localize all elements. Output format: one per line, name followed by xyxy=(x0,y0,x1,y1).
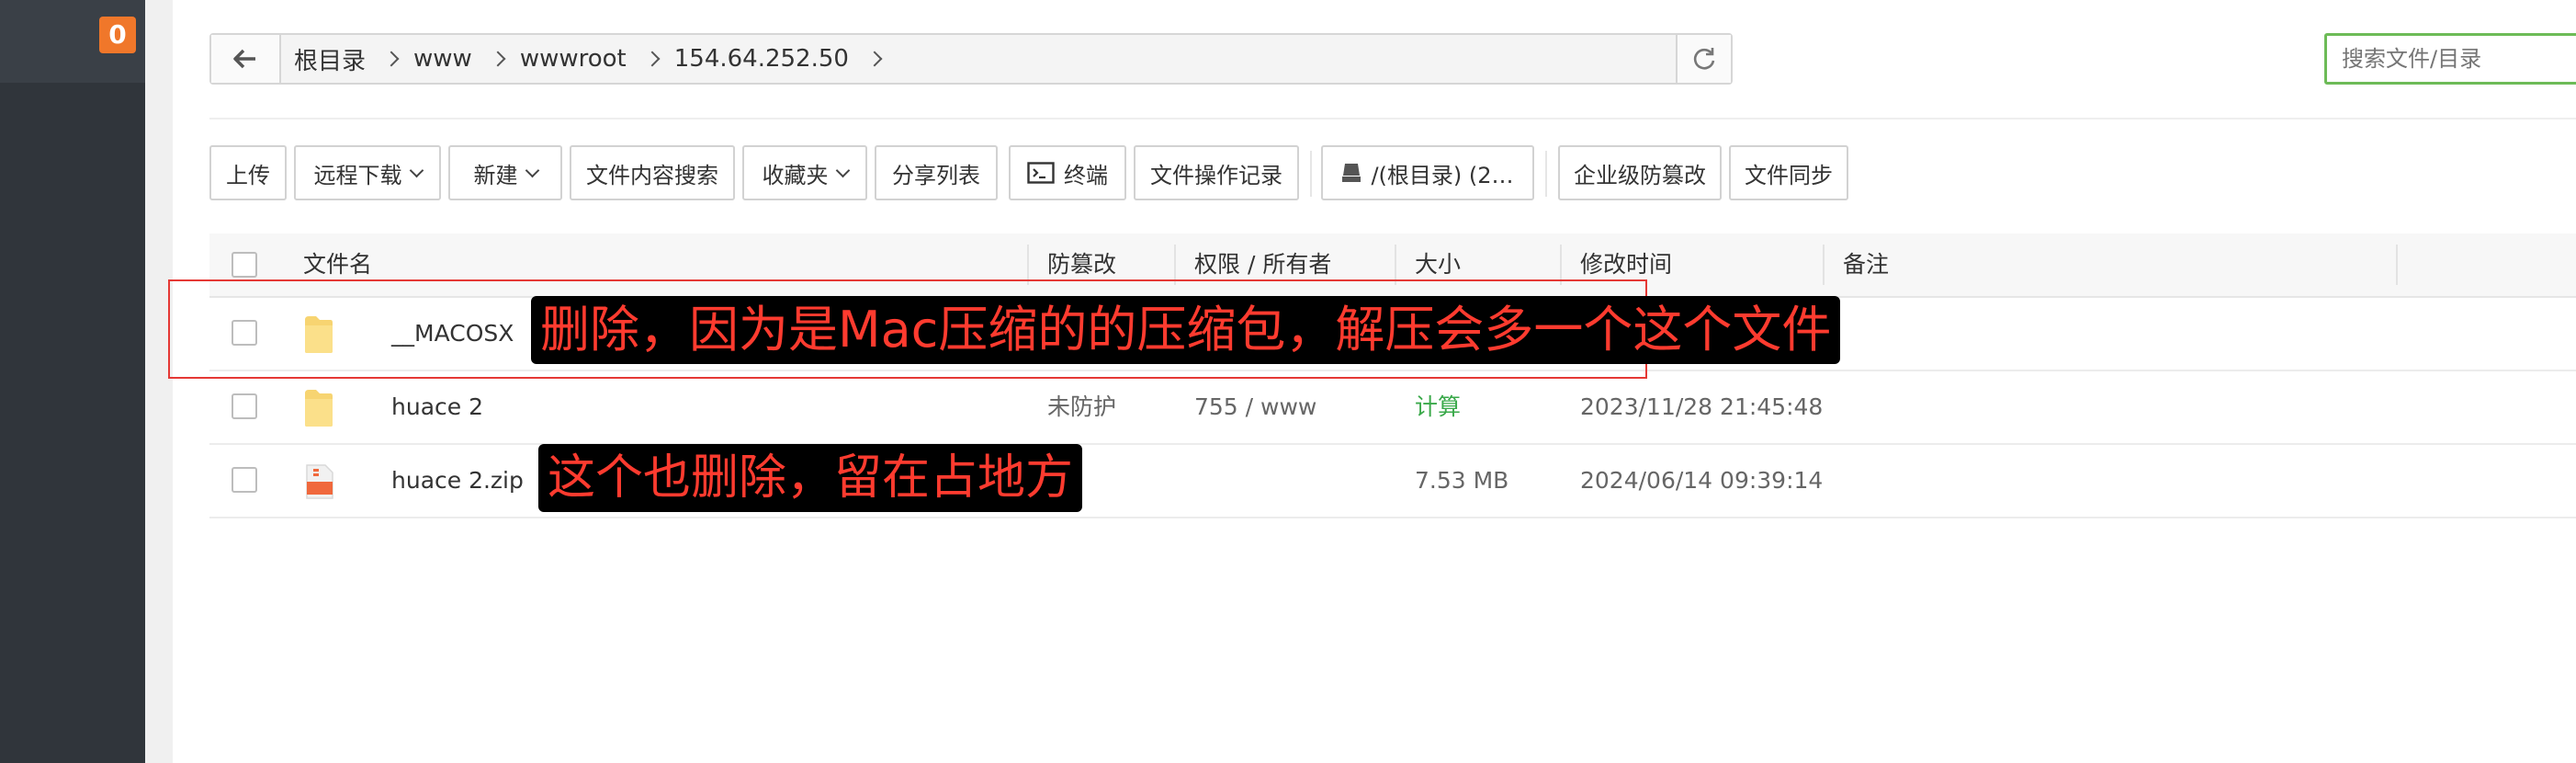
file-mtime: 2024/06/14 09:39:14 xyxy=(1580,467,1824,494)
terminal-icon xyxy=(1027,162,1055,184)
share-list-button[interactable]: 分享列表 xyxy=(875,145,998,200)
zip-file-icon xyxy=(306,464,333,499)
refresh-icon xyxy=(1693,48,1715,70)
breadcrumb-item-www[interactable]: www xyxy=(410,45,516,73)
chevron-right-icon xyxy=(490,51,506,67)
terminal-button[interactable]: 终端 xyxy=(1009,145,1126,200)
disk-button[interactable]: /(根目录) (2… xyxy=(1321,145,1534,200)
back-button[interactable] xyxy=(211,35,281,83)
column-header-note[interactable]: 备注 xyxy=(1843,233,1889,296)
notification-badge[interactable]: 0 xyxy=(99,17,136,53)
file-mtime: 2023/11/28 21:45:48 xyxy=(1580,393,1824,420)
arrow-left-icon xyxy=(233,49,255,69)
annotation-callout-zip: 这个也删除，留在占地方 xyxy=(538,444,1083,512)
chevron-right-icon xyxy=(866,51,883,67)
calculate-size-link[interactable]: 计算 xyxy=(1415,371,1461,443)
column-separator xyxy=(1823,245,1825,285)
new-button[interactable]: 新建 xyxy=(448,145,562,200)
remote-download-button[interactable]: 远程下载 xyxy=(294,145,441,200)
table-row[interactable]: huace 2 未防护 755 / www 计算 2023/11/28 21:4… xyxy=(209,371,2576,445)
folder-icon xyxy=(305,390,333,427)
annotation-callout-macosx: 删除，因为是Mac压缩的的压缩包，解压会多一个这个文件 xyxy=(531,296,1841,364)
sidebar-top-item[interactable]: 0 xyxy=(0,0,145,83)
file-size: 7.53 MB xyxy=(1415,467,1509,494)
column-separator xyxy=(2396,245,2398,285)
chevron-down-icon xyxy=(835,163,850,177)
row-checkbox[interactable] xyxy=(232,393,257,419)
chevron-right-icon xyxy=(644,51,661,67)
toolbar-separator xyxy=(1545,151,1547,197)
search-input[interactable] xyxy=(2324,33,2576,85)
file-sync-button[interactable]: 文件同步 xyxy=(1729,145,1848,200)
file-manager-panel: 根目录 www wwwroot 154.64.252.50 上传 远程下载 新建… xyxy=(173,0,2576,763)
toolbar-separator xyxy=(1310,151,1312,197)
hard-drive-icon xyxy=(1342,164,1361,182)
upload-button[interactable]: 上传 xyxy=(209,145,287,200)
chevron-down-icon xyxy=(525,163,539,177)
select-all-checkbox[interactable] xyxy=(232,252,257,278)
file-operation-log-button[interactable]: 文件操作记录 xyxy=(1134,145,1299,200)
file-permission[interactable]: 755 / www xyxy=(1194,371,1316,443)
chevron-right-icon xyxy=(383,51,400,67)
refresh-button[interactable] xyxy=(1676,35,1731,83)
file-protect-status[interactable]: 未防护 xyxy=(1047,371,1116,443)
sidebar: 0 xyxy=(0,0,145,763)
breadcrumb: 根目录 www wwwroot 154.64.252.50 xyxy=(290,35,1676,83)
row-checkbox[interactable] xyxy=(232,467,257,493)
file-name[interactable]: huace 2 xyxy=(391,371,483,443)
favorites-button[interactable]: 收藏夹 xyxy=(742,145,867,200)
file-name[interactable]: huace 2.zip xyxy=(391,445,524,517)
content-search-button[interactable]: 文件内容搜索 xyxy=(570,145,735,200)
chevron-down-icon xyxy=(409,163,424,177)
path-bar: 根目录 www wwwroot 154.64.252.50 xyxy=(209,33,1733,85)
breadcrumb-item-site[interactable]: 154.64.252.50 xyxy=(671,45,893,73)
breadcrumb-item-wwwroot[interactable]: wwwroot xyxy=(516,45,671,73)
tamper-proof-button[interactable]: 企业级防篡改 xyxy=(1558,145,1722,200)
breadcrumb-item-root[interactable]: 根目录 xyxy=(290,42,410,76)
divider xyxy=(209,118,2576,120)
